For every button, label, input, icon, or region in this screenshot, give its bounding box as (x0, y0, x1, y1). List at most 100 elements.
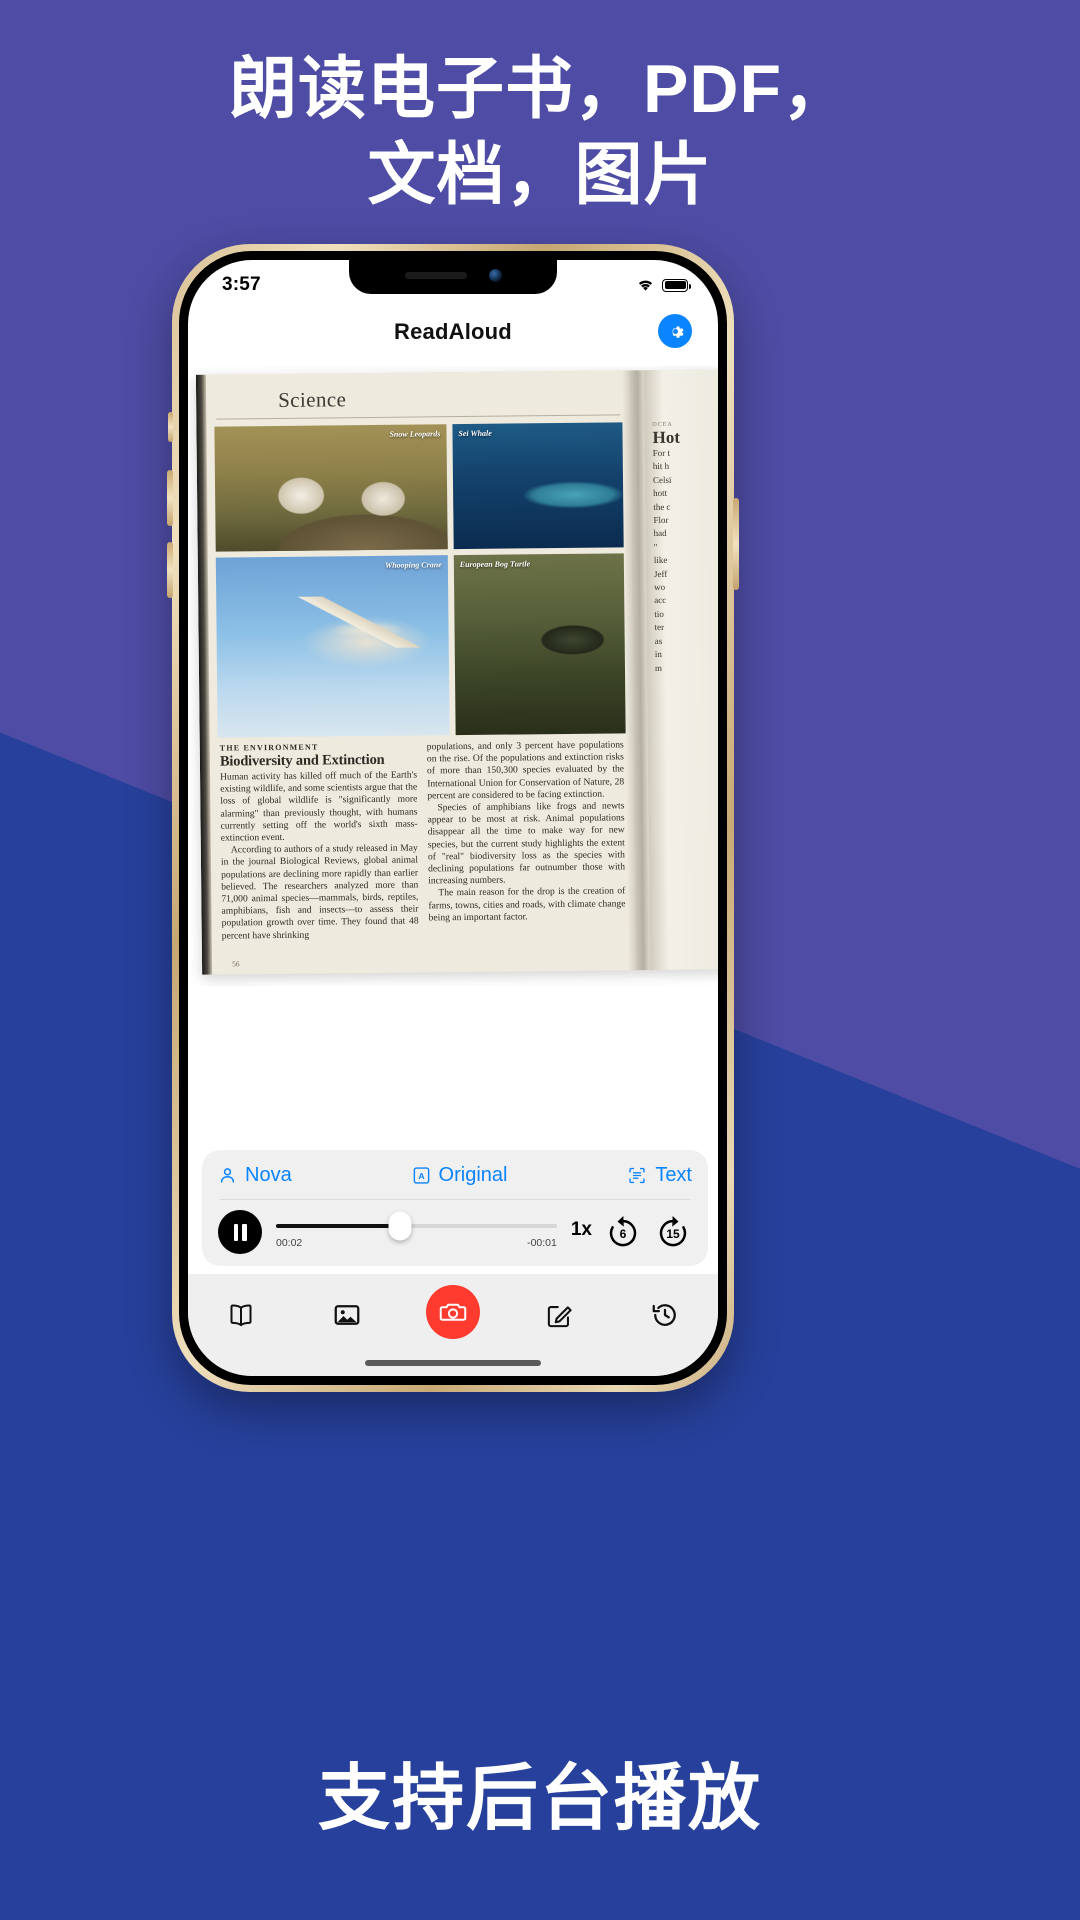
gear-icon (671, 326, 684, 338)
tab-photos[interactable] (319, 1292, 375, 1338)
promo-page: 朗读电子书，PDF， 文档，图片 3:57 ReadAloud OCEA Hot… (0, 0, 1080, 1920)
left-page: Science Snow Leopards Sei Whale Whooping… (205, 370, 637, 975)
section-rule (216, 414, 621, 420)
section-title: Science (278, 387, 347, 412)
progress-knob[interactable] (388, 1211, 412, 1240)
status-time: 3:57 (222, 274, 261, 295)
status-indicators (636, 278, 691, 292)
article-paragraph-text: Human activity has killed off much of th… (220, 769, 418, 844)
phone-power-button (733, 498, 739, 590)
facing-page-line: in (654, 649, 662, 660)
photo-european-bog-turtle: European Bog Turtle (453, 553, 626, 736)
promo-headline-line-2: 文档，图片 (367, 137, 713, 213)
tab-camera[interactable] (425, 1285, 481, 1339)
elapsed-time: 00:02 (276, 1236, 303, 1249)
article-paragraph: The main reason for the drop is the crea… (428, 886, 625, 925)
source-label: Original (438, 1164, 508, 1186)
playback-speed-button[interactable]: 1x (571, 1219, 592, 1241)
tab-history[interactable] (637, 1292, 693, 1338)
svg-text:A: A (418, 1171, 425, 1181)
facing-page-line: Jeff (653, 568, 668, 579)
photo-caption: Whooping Crane (385, 560, 442, 570)
document-viewer[interactable]: OCEA Hot For t hit h Celsi hott the c Fl… (188, 366, 718, 986)
player-divider (220, 1199, 690, 1200)
phone-volume-down-button (167, 542, 173, 598)
history-clock-icon (652, 1304, 676, 1326)
time-labels: 00:02 -00:01 (276, 1237, 557, 1249)
rewind-seconds: 6 (619, 1226, 627, 1241)
photo-icon (334, 1305, 360, 1325)
remaining-time: -00:01 (527, 1236, 557, 1249)
pause-icon (233, 1223, 238, 1241)
phone-mockup: 3:57 ReadAloud OCEA Hot For t hit h Cels… (167, 244, 739, 1392)
magazine-page-image: OCEA Hot For t hit h Celsi hott the c Fl… (195, 369, 718, 975)
voice-selector[interactable]: Nova (218, 1164, 292, 1187)
pause-icon (242, 1223, 247, 1241)
page-title: ReadAloud (394, 319, 512, 344)
book-icon (230, 1304, 252, 1327)
front-camera-icon (489, 269, 502, 282)
progress-slider[interactable] (276, 1211, 557, 1240)
page-folio: 56 (231, 959, 240, 969)
wifi-icon (638, 280, 653, 291)
letter-a-box-icon: A (413, 1167, 429, 1184)
facing-page-line: hit h (652, 461, 670, 472)
article-left-column: THE ENVIRONMENT Biodiversity and Extinct… (220, 742, 419, 943)
photo-row: Snow Leopards Sei Whale (214, 422, 624, 552)
photo-grid: Snow Leopards Sei Whale Whooping Crane E… (214, 422, 626, 738)
photo-caption: Sei Whale (458, 428, 492, 439)
facing-page-line: as (654, 635, 663, 646)
camera-icon (439, 1303, 467, 1321)
person-icon (220, 1168, 235, 1183)
play-pause-button[interactable] (218, 1210, 262, 1254)
player-transport-row: 00:02 -00:01 1x 6 15 (218, 1210, 692, 1254)
facing-page-headline: Hot (652, 427, 681, 448)
rewind-button[interactable]: 6 (604, 1213, 642, 1251)
home-indicator (365, 1360, 541, 1366)
article-paragraph-text: According to authors of a study released… (220, 842, 419, 942)
article-headline: Biodiversity and Extinction (219, 751, 385, 770)
facing-page-line: Flor (653, 514, 669, 526)
facing-page: OCEA Hot For t hit h Celsi hott the c Fl… (643, 369, 718, 971)
photo-sei-whale: Sei Whale (452, 422, 624, 550)
photo-caption: Snow Leopards (389, 429, 441, 439)
tab-library[interactable] (213, 1292, 269, 1338)
facing-page-line: like (653, 555, 668, 566)
promo-headline: 朗读电子书，PDF， 文档，图片 (0, 46, 1080, 218)
photo-snow-leopards: Snow Leopards (214, 424, 448, 552)
facing-page-line: ter (654, 622, 665, 633)
article: THE ENVIRONMENT Biodiversity and Extinct… (220, 739, 626, 942)
phone-notch (349, 260, 557, 294)
phone-volume-up-button (167, 470, 173, 526)
forward-button[interactable]: 15 (654, 1213, 692, 1251)
audio-player-card: Nova A Original Text 00:02 -00:01 1x 6 1… (202, 1150, 708, 1266)
tab-compose[interactable] (531, 1292, 587, 1338)
progress-area: 00:02 -00:01 (274, 1211, 559, 1249)
photo-whooping-crane: Whooping Crane (215, 555, 450, 738)
facing-page-line: tio (654, 608, 664, 619)
facing-page-line: hott (653, 488, 668, 499)
source-selector[interactable]: A Original (412, 1164, 508, 1187)
facing-page-line: acc (654, 595, 667, 606)
voice-label: Nova (245, 1164, 292, 1186)
facing-page-line: wo (654, 581, 666, 593)
compose-icon (547, 1305, 572, 1327)
settings-button[interactable] (658, 314, 692, 348)
text-view-button[interactable]: Text (627, 1164, 692, 1187)
promo-headline-line-1: 朗读电子书，PDF， (228, 51, 851, 127)
forward-seconds: 15 (666, 1226, 680, 1241)
facing-page-line: Celsi (652, 474, 672, 485)
facing-page-line: had (653, 528, 667, 539)
photo-caption: European Bog Turtle (459, 559, 531, 570)
promo-subline: 支持后台播放 (317, 1759, 762, 1839)
facing-page-line: the c (653, 501, 671, 512)
text-label: Text (655, 1164, 692, 1186)
article-paragraph: populations, and only 3 percent have pop… (427, 739, 625, 802)
facing-page-line: m (654, 662, 663, 673)
phone-mute-switch (168, 412, 173, 442)
article-paragraph-text: Species of amphibians like frogs and new… (427, 800, 626, 887)
article-right-column: populations, and only 3 percent have pop… (427, 739, 626, 940)
phone-screen: 3:57 ReadAloud OCEA Hot For t hit h Cels… (188, 260, 718, 1376)
article-paragraph: Human activity has killed off much of th… (220, 770, 418, 845)
battery-full-icon (662, 278, 691, 292)
